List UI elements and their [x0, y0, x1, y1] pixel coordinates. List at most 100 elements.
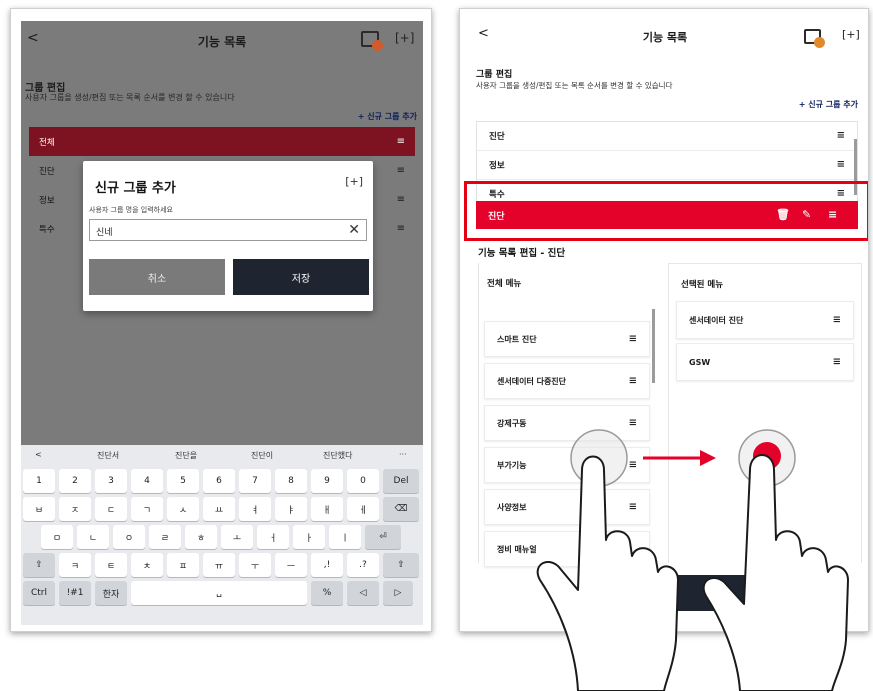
hanja-key[interactable]: 한자 — [95, 581, 127, 605]
selected-menu-item[interactable]: 센서데이터 진단 ≡ — [676, 301, 854, 339]
bottom-action-button[interactable] — [670, 575, 780, 611]
menu-item[interactable]: 강제구동 ≡ — [484, 405, 650, 441]
drag-handle-icon[interactable]: ≡ — [397, 223, 405, 234]
backspace-key[interactable]: ⌫ — [383, 497, 419, 521]
key[interactable]: ㄷ — [95, 497, 127, 521]
key[interactable]: ㅓ — [257, 525, 289, 549]
menu-item[interactable]: 정비 매뉴얼 — [484, 531, 650, 567]
key[interactable]: ㅠ — [203, 553, 235, 577]
notification-badge — [814, 37, 825, 48]
symbol-key[interactable]: !#1 — [59, 581, 91, 605]
shift-key[interactable]: ⇧ — [383, 553, 419, 577]
key[interactable]: ㅊ — [131, 553, 163, 577]
drag-handle-icon[interactable]: ≡ — [833, 315, 841, 326]
drag-handle-icon[interactable]: ≡ — [837, 159, 845, 170]
key[interactable]: ,! — [311, 553, 343, 577]
group-label: 정보 — [489, 161, 505, 171]
drag-handle-icon[interactable]: ≡ — [629, 334, 637, 345]
key[interactable]: ㅑ — [275, 497, 307, 521]
shift-key[interactable]: ⇧ — [23, 553, 55, 577]
key[interactable]: ㄱ — [131, 497, 163, 521]
key[interactable]: 9 — [311, 469, 343, 493]
selected-menu-item[interactable]: GSW ≡ — [676, 343, 854, 381]
delete-key[interactable]: Del — [383, 469, 419, 493]
key[interactable]: ㅅ — [167, 497, 199, 521]
suggestion-more[interactable]: ··· — [399, 450, 407, 459]
drag-handle-icon[interactable]: ≡ — [629, 502, 637, 513]
key[interactable]: 1 — [23, 469, 55, 493]
key[interactable]: ㅌ — [95, 553, 127, 577]
add-group-link[interactable]: + 신규 그룹 추가 — [799, 99, 858, 110]
key[interactable]: ㅎ — [185, 525, 217, 549]
key[interactable]: ㅋ — [59, 553, 91, 577]
menu-item[interactable]: 스마트 진단 ≡ — [484, 321, 650, 357]
key[interactable]: ㄴ — [77, 525, 109, 549]
all-menu-scrollbar[interactable] — [652, 309, 655, 383]
drag-handle-icon[interactable]: ≡ — [629, 460, 637, 471]
add-group-link[interactable]: + 신규 그룹 추가 — [358, 111, 417, 122]
key[interactable]: ㅕ — [239, 497, 271, 521]
key[interactable]: 2 — [59, 469, 91, 493]
suggestion-item[interactable]: 진단서 — [97, 450, 119, 461]
expand-icon[interactable]: [+] — [395, 31, 414, 45]
drag-handle-icon[interactable]: ≡ — [833, 357, 841, 368]
keyboard-row-numbers: 1 2 3 4 5 6 7 8 9 0 Del — [21, 469, 423, 493]
key[interactable]: 3 — [95, 469, 127, 493]
drag-handle-icon[interactable]: ≡ — [837, 130, 845, 141]
key[interactable]: ㅇ — [113, 525, 145, 549]
enter-key[interactable]: ⏎ — [365, 525, 401, 549]
key[interactable]: 8 — [275, 469, 307, 493]
key[interactable]: ㅔ — [347, 497, 379, 521]
cancel-button[interactable]: 취소 — [89, 259, 225, 295]
key[interactable]: ㅡ — [275, 553, 307, 577]
key[interactable]: ㅍ — [167, 553, 199, 577]
clear-icon[interactable]: ✕ — [348, 222, 360, 238]
save-button[interactable]: 저장 — [233, 259, 369, 295]
key[interactable]: 6 — [203, 469, 235, 493]
key[interactable]: 0 — [347, 469, 379, 493]
drag-handle-icon[interactable]: ≡ — [397, 136, 405, 147]
space-key[interactable]: ␣ — [131, 581, 307, 605]
menu-item[interactable]: 센서데이터 다중진단 ≡ — [484, 363, 650, 399]
key[interactable]: ㅐ — [311, 497, 343, 521]
cursor-left-key[interactable]: ◁ — [347, 581, 379, 605]
key[interactable]: ㅗ — [221, 525, 253, 549]
on-screen-keyboard: < 진단서 진단을 진단이 진단했다 ··· 1 2 3 4 5 6 7 8 9… — [21, 445, 423, 625]
key[interactable]: 7 — [239, 469, 271, 493]
menu-item[interactable]: 부가기능 ≡ — [484, 447, 650, 483]
drag-handle-icon[interactable]: ≡ — [629, 418, 637, 429]
drag-handle-icon[interactable]: ≡ — [397, 165, 405, 176]
group-row[interactable]: 진단 ≡ — [477, 122, 857, 151]
group-row[interactable]: 정보 ≡ — [477, 151, 857, 180]
suggestion-item[interactable]: 진단을 — [175, 450, 197, 461]
key[interactable]: ㅁ — [41, 525, 73, 549]
menu-item[interactable]: 사양정보 ≡ — [484, 489, 650, 525]
keyboard-row-4: ⇧ ㅋ ㅌ ㅊ ㅍ ㅠ ㅜ ㅡ ,! .? ⇧ — [21, 553, 423, 577]
key[interactable]: ㅣ — [329, 525, 361, 549]
key[interactable]: ㅛ — [203, 497, 235, 521]
group-name-input[interactable]: 신네 ✕ — [89, 219, 367, 241]
notification-icon[interactable] — [804, 29, 825, 48]
key[interactable]: ㅂ — [23, 497, 55, 521]
key[interactable]: ㅈ — [59, 497, 91, 521]
key[interactable]: 4 — [131, 469, 163, 493]
key[interactable]: .? — [347, 553, 379, 577]
menu-item-label: 센서데이터 다중진단 — [497, 376, 567, 386]
ctrl-key[interactable]: Ctrl — [23, 581, 55, 605]
cursor-right-key[interactable]: ▷ — [383, 581, 413, 605]
key[interactable]: ㄹ — [149, 525, 181, 549]
key[interactable]: ㅏ — [293, 525, 325, 549]
drag-handle-icon[interactable]: ≡ — [629, 376, 637, 387]
expand-icon[interactable]: [+] — [345, 175, 363, 188]
suggestion-item[interactable]: 진단이 — [251, 450, 273, 461]
drag-handle-icon[interactable]: ≡ — [397, 194, 405, 205]
expand-icon[interactable]: [+] — [842, 28, 860, 41]
key[interactable]: 5 — [167, 469, 199, 493]
group-row-all[interactable]: 전체 ≡ — [29, 127, 415, 156]
fraction-key[interactable]: % — [311, 581, 343, 605]
suggestion-back[interactable]: < — [35, 450, 42, 459]
notification-icon[interactable] — [361, 31, 383, 51]
key[interactable]: ㅜ — [239, 553, 271, 577]
notification-badge — [372, 40, 383, 51]
suggestion-item[interactable]: 진단했다 — [323, 450, 352, 461]
